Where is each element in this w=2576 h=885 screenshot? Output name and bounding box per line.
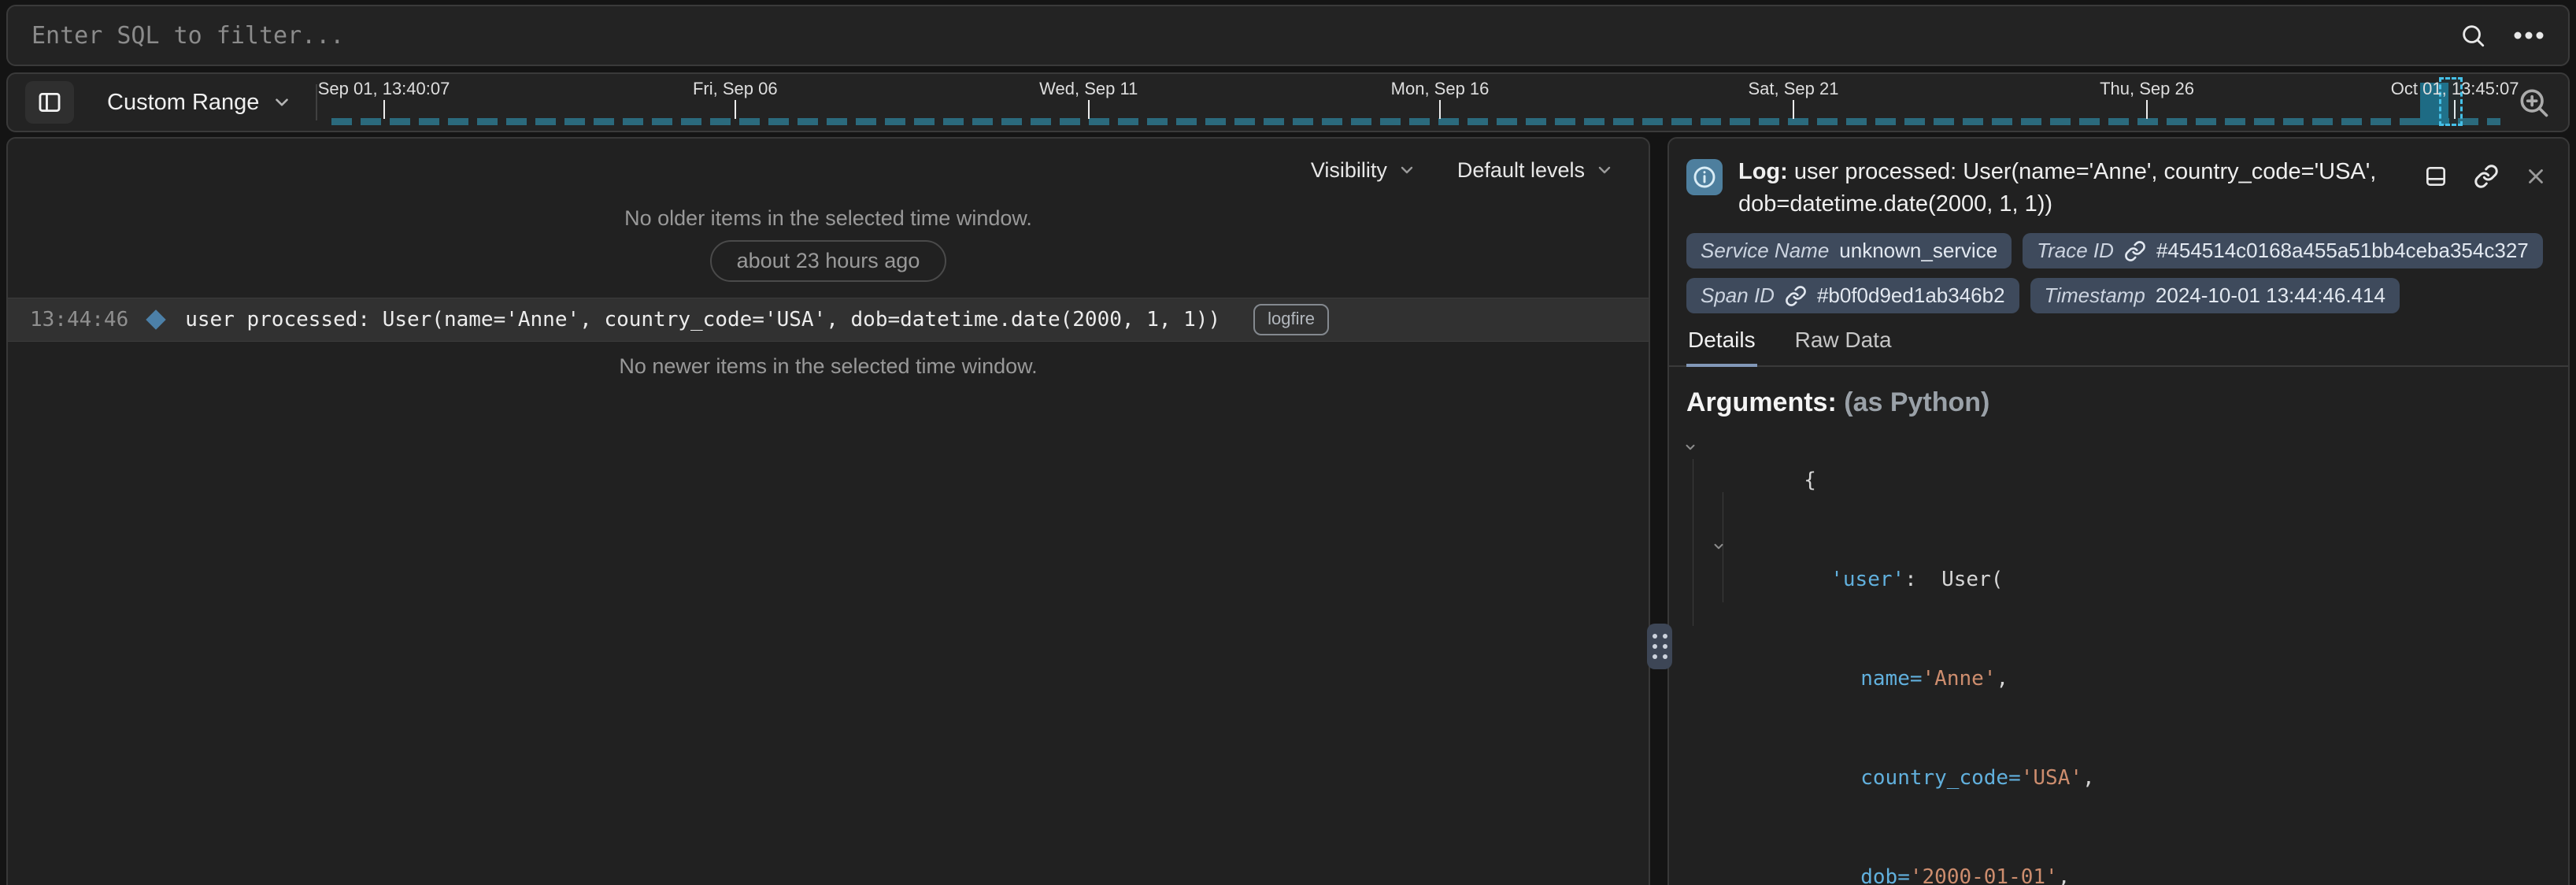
log-row-message: user processed: User(name='Anne', countr… [185, 308, 1220, 331]
code-line: 'user': User( [1686, 530, 2551, 629]
collapse-chevron-icon[interactable] [1712, 539, 1726, 554]
timeline-tick-mark [1793, 100, 1794, 119]
trace-id-badge[interactable]: Trace ID #454514c0168a455a51bb4ceba354c3… [2023, 233, 2543, 268]
tab-raw-data[interactable]: Raw Data [1793, 328, 1893, 367]
log-row-tag: logfire [1253, 304, 1329, 335]
visibility-dropdown[interactable]: Visibility [1311, 158, 1416, 183]
code-call: User( [1941, 568, 2003, 591]
metadata-badges: Service Name unknown_service Trace ID #4… [1669, 225, 2568, 318]
code-line: dob='2000-01-01', [1686, 828, 2551, 885]
split-view-icon[interactable] [2423, 164, 2448, 189]
chevron-down-icon [1595, 161, 1614, 180]
timeline-tick-label: Sep 01, 13:40:07 [318, 79, 450, 99]
detail-header: Log: user processed: User(name='Anne', c… [1669, 139, 2568, 225]
open-brace: { [1804, 468, 1816, 492]
code-line: { [1686, 431, 2551, 530]
no-older-items-text: No older items in the selected time wind… [8, 206, 1649, 231]
detail-title: Log: user processed: User(name='Anne', c… [1738, 156, 2408, 220]
timeline-tick-mark [383, 100, 385, 119]
time-range-label: Custom Range [107, 90, 259, 116]
timeline-tick-label: Thu, Sep 26 [2100, 79, 2194, 99]
more-options-icon[interactable] [2513, 31, 2545, 40]
relative-time-badge[interactable]: about 23 hours ago [710, 240, 947, 282]
tab-details[interactable]: Details [1686, 328, 1757, 367]
default-levels-dropdown[interactable]: Default levels [1457, 158, 1614, 183]
badge-value: 2024-10-01 13:44:46.414 [2156, 283, 2385, 308]
arguments-suffix: (as Python) [1844, 387, 1989, 417]
timeline-tick-mark [735, 100, 736, 119]
log-row-time: 13:44:46 [30, 308, 128, 331]
badge-label: Service Name [1701, 239, 1829, 263]
timeline-tick-label: Oct 01, 13:45:07 [2391, 79, 2519, 99]
timeline-tick-mark [2146, 100, 2148, 119]
link-icon [2124, 240, 2146, 262]
no-newer-items-text: No newer items in the selected time wind… [8, 354, 1649, 379]
code-line: name='Anne', [1686, 629, 2551, 728]
panel-left-icon [36, 89, 63, 116]
code-punct: : [1904, 568, 1941, 591]
timeline-dashed-series [331, 118, 2500, 125]
copy-link-icon[interactable] [2474, 164, 2499, 189]
span-id-badge[interactable]: Span ID #b0f0d9ed1ab346b2 [1686, 278, 2019, 313]
panel-resize-handle[interactable] [1647, 624, 1672, 669]
timestamp-badge: Timestamp 2024-10-01 13:44:46.414 [2030, 278, 2400, 313]
code-punct: , [2082, 766, 2095, 790]
log-detail-panel: Log: user processed: User(name='Anne', c… [1667, 137, 2570, 885]
arguments-title: Arguments: [1686, 387, 1837, 417]
zoom-in-icon[interactable] [2516, 85, 2551, 120]
arguments-heading: Arguments: (as Python) [1686, 387, 2551, 418]
code-key: 'user' [1830, 568, 1904, 591]
badge-label: Trace ID [2037, 239, 2114, 263]
log-row[interactable]: 13:44:46 user processed: User(name='Anne… [8, 298, 1649, 342]
time-range-dropdown[interactable]: Custom Range [107, 90, 292, 116]
detail-kind-label: Log: [1738, 159, 1788, 184]
badge-value: #b0f0d9ed1ab346b2 [1817, 283, 2005, 308]
detail-message: user processed: User(name='Anne', countr… [1738, 159, 2376, 217]
sql-filter-bar [6, 5, 2570, 66]
code-punct: , [2058, 865, 2071, 885]
timeline-tick-label: Sat, Sep 21 [1749, 79, 1839, 99]
code-field-name: country_code= [1860, 766, 2021, 790]
code-line: country_code='USA', [1686, 728, 2551, 828]
arguments-code-tree: { 'user': User( name='Anne', country_cod… [1686, 431, 2551, 885]
search-icon[interactable] [2459, 22, 2486, 49]
badge-value: #454514c0168a455a51bb4ceba354c327 [2156, 239, 2529, 263]
code-field-value: 'USA' [2021, 766, 2082, 790]
log-level-diamond-icon [146, 309, 166, 329]
sidebar-toggle-button[interactable] [25, 81, 74, 124]
link-icon [1785, 285, 1807, 307]
timeline-tick-label: Wed, Sep 11 [1039, 79, 1138, 99]
sql-filter-input[interactable] [31, 22, 2459, 50]
timeline-track[interactable]: Sep 01, 13:40:07Fri, Sep 06Wed, Sep 11Mo… [331, 74, 2500, 131]
timeline-tick-label: Mon, Sep 16 [1391, 79, 1490, 99]
chevron-down-icon [1397, 161, 1416, 180]
code-field-value: 'Anne' [1923, 667, 1997, 691]
code-punct: , [1996, 667, 2008, 691]
visibility-label: Visibility [1311, 158, 1387, 183]
default-levels-label: Default levels [1457, 158, 1585, 183]
info-icon [1686, 159, 1723, 195]
timeline-tick-label: Fri, Sep 06 [693, 79, 778, 99]
service-name-badge: Service Name unknown_service [1686, 233, 2012, 268]
close-icon[interactable] [2524, 164, 2548, 189]
timeline-tick-mark [1439, 100, 1441, 119]
log-panel-toolbar: Visibility Default levels [8, 139, 1649, 202]
badge-label: Timestamp [2045, 283, 2145, 308]
badge-value: unknown_service [1839, 239, 1997, 263]
timeline-tick-mark [1088, 100, 1090, 119]
timeline-bar: Custom Range Sep 01, 13:40:07 Fri, Sep 06… [6, 72, 2570, 132]
code-field-value: '2000-01-01' [1910, 865, 2058, 885]
code-field-name: name= [1860, 667, 1922, 691]
detail-tabs: Details Raw Data [1669, 321, 2568, 367]
chevron-down-icon [272, 92, 292, 113]
code-field-name: dob= [1860, 865, 1910, 885]
collapse-chevron-icon[interactable] [1683, 440, 1697, 454]
badge-label: Span ID [1701, 283, 1775, 308]
log-list-panel: Visibility Default levels No older items… [6, 137, 1650, 885]
